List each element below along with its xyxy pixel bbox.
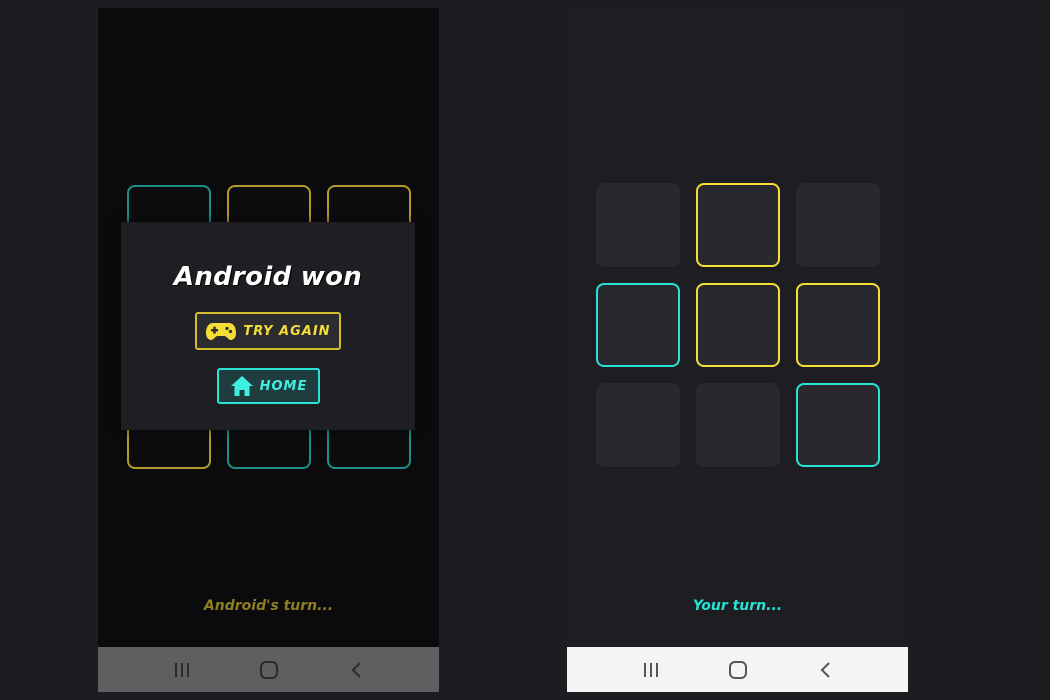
board-cell-r3-c1[interactable] (596, 383, 680, 467)
back-icon[interactable] (810, 655, 840, 685)
try-again-label: TRY AGAIN (243, 323, 331, 339)
home-label: HOME (259, 378, 308, 394)
board-cell-r3-c3[interactable] (796, 383, 880, 467)
board-cell-r2-c2[interactable] (696, 283, 780, 367)
board-cell-r1-c3[interactable] (796, 183, 880, 267)
home-circle-icon[interactable] (723, 655, 753, 685)
android-nav-bar (567, 647, 908, 692)
board-cell-r1-c2[interactable] (696, 183, 780, 267)
recent-apps-icon[interactable] (167, 655, 197, 685)
recent-apps-icon[interactable] (636, 655, 666, 685)
turn-status: Your turn... (692, 598, 783, 614)
android-nav-bar (98, 647, 439, 692)
try-again-button[interactable]: TRY AGAIN (195, 312, 341, 350)
dialog-title: Android won (173, 262, 363, 292)
game-over-dialog: Android won TRY AGAIN HOME (121, 222, 415, 430)
board-cell-r3-c2[interactable] (696, 383, 780, 467)
phone-screen-left: Android won TRY AGAIN HOME Android's tur… (98, 8, 439, 692)
board-cell-r2-c1[interactable] (596, 283, 680, 367)
home-icon (230, 375, 254, 397)
phone-screen-right: Your turn... (567, 8, 908, 692)
home-circle-icon[interactable] (254, 655, 284, 685)
home-button[interactable]: HOME (217, 368, 320, 404)
gamepad-icon (205, 320, 237, 342)
board-cell-r1-c1[interactable] (596, 183, 680, 267)
back-icon[interactable] (341, 655, 371, 685)
turn-status: Android's turn... (203, 598, 334, 614)
board-cell-r2-c3[interactable] (796, 283, 880, 367)
